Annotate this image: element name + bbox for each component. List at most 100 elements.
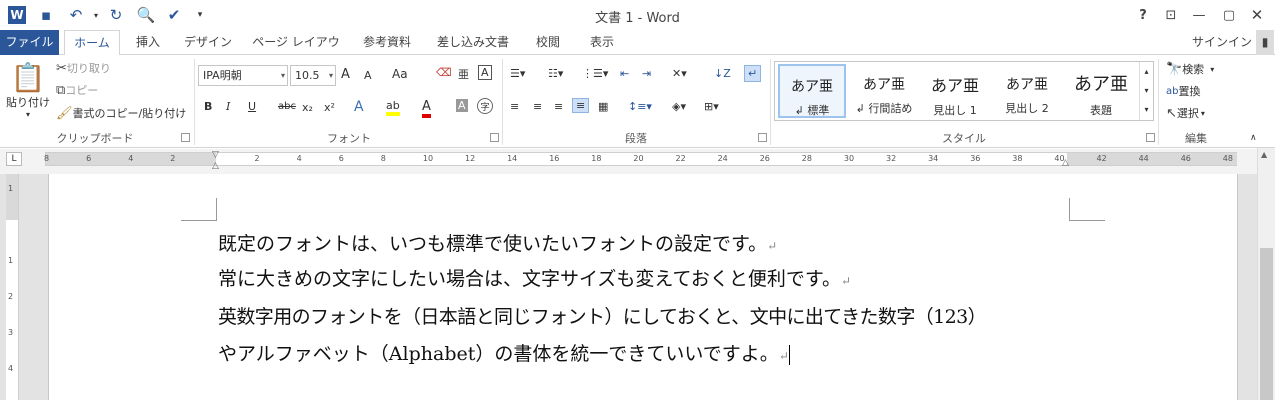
enclose-characters-button[interactable]: 字 [477,98,493,114]
collapse-ribbon-icon[interactable]: ∧ [1250,133,1257,143]
tab-design[interactable]: デザイン [180,30,236,55]
find-button[interactable]: 🔭 検索 ▾ [1166,61,1214,77]
ruler-number: 4 [128,154,134,163]
tab-file[interactable]: ファイル [0,30,59,55]
font-color-button[interactable]: A [422,99,431,118]
align-center-icon[interactable]: ≡ [533,100,542,113]
style-title[interactable]: あア亜 表題 [1065,64,1137,118]
vertical-scrollbar[interactable]: ▲ [1257,148,1275,400]
tab-references[interactable]: 参考資料 [356,30,418,55]
account-icon[interactable]: ▮ [1256,30,1274,55]
vertical-ruler[interactable]: 1 1 2 3 4 [6,174,19,400]
tab-mailings[interactable]: 差し込み文書 [430,30,516,55]
sort-icon[interactable]: ↓Z [714,67,731,80]
strikethrough-button[interactable]: abc [278,101,296,112]
shrink-font-button[interactable]: A [364,69,372,82]
tab-selector[interactable]: L [6,152,22,166]
help-button[interactable]: ? [1132,4,1154,26]
restore-icon[interactable]: ▢ [1218,4,1240,26]
horizontal-ruler[interactable]: 8 6 4 2 2 4 6 8 10 12 14 16 18 20 22 24 26 28 30 32 34 36 38 40… [44,152,1237,166]
increase-indent-icon[interactable]: ⇥ [642,67,651,80]
paragraph[interactable]: 英数字用のフォントを（日本語と同じフォント）にしておくと、文中に出てきた数字（1… [218,302,987,329]
hanging-indent-icon[interactable]: △ [212,161,219,171]
minimize-icon[interactable]: — [1188,4,1210,26]
paragraph-text: やアルファベット（Alphabet）の書体を統一できていいですよ。 [218,343,779,365]
style-name: 見出し 2 [1005,102,1049,115]
underline-button[interactable]: U [248,100,256,113]
bullets-icon[interactable]: ☰▾ [510,67,525,80]
phonetic-guide-icon[interactable]: 亜 [458,66,469,82]
font-name-select[interactable]: IPA明朝 ▾ [198,65,288,86]
align-left-icon[interactable]: ≡ [510,100,519,113]
paragraph[interactable]: 既定のフォントは、いつも標準で使いたいフォントの設定です。↵ [218,229,777,256]
ribbon-tabs: ファイル ホーム 挿入 デザイン ページ レイアウト 参考資料 差し込み文書 校… [0,30,1275,73]
tab-home[interactable]: ホーム [64,30,120,56]
paragraph[interactable]: 常に大きめの文字にしたい場合は、文字サイズも変えておくと便利です。↵ [218,264,851,291]
paragraph-mark-icon: ↵ [767,239,778,253]
shading-icon[interactable]: ◈▾ [672,100,686,113]
cut-button[interactable]: ✂ 切り取り [56,60,111,76]
signin-link[interactable]: サインイン [1190,30,1254,55]
style-heading-2[interactable]: あア亜 見出し 2 [993,64,1061,118]
distributed-icon[interactable]: ▦ [598,100,608,113]
select-button[interactable]: ↖ 選択 ▾ [1166,105,1205,121]
paragraph-launcher-icon[interactable] [758,133,767,142]
copy-button[interactable]: ⧉ コピー [56,82,98,98]
font-launcher-icon[interactable] [490,133,499,142]
highlight-button[interactable]: ab [386,99,400,116]
ruler-number: 4 [8,364,14,373]
right-indent-icon[interactable]: △ [1062,158,1069,168]
multilevel-list-icon[interactable]: ⋮☰▾ [582,67,608,80]
format-painter-button[interactable]: 🖌 書式のコピー/貼り付け [56,105,186,121]
scroll-up-icon[interactable]: ▲ [1261,150,1267,159]
ruler-number: 14 [507,154,518,163]
borders-icon[interactable]: ⊞▾ [704,100,719,113]
superscript-button[interactable]: x² [324,101,335,114]
tab-page-layout[interactable]: ページ レイアウト [248,30,344,73]
close-icon[interactable]: ✕ [1246,4,1268,26]
ribbon-display-icon[interactable]: ⊡ [1160,4,1182,26]
change-case-button[interactable]: Aa [392,67,408,81]
style-normal[interactable]: あア亜 ↲ 標準 [778,64,846,118]
align-right-icon[interactable]: ≡ [554,100,563,113]
replace-button[interactable]: ab 置換 [1166,83,1200,99]
style-name: 見出し 1 [933,104,977,117]
italic-button[interactable]: I [226,100,230,113]
character-border-icon[interactable]: A [478,65,492,80]
show-marks-icon[interactable]: ↵ [744,65,762,82]
cursor-icon: ↖ [1166,105,1177,121]
character-shading-button[interactable]: A [456,99,468,112]
paragraph[interactable]: やアルファベット（Alphabet）の書体を統一できていいですよ。↵ [218,339,790,366]
ruler-number: 2 [254,154,260,163]
paragraph-mark-icon: ↵ [841,274,852,288]
style-no-spacing[interactable]: あア亜 ↲ 行間詰め [849,64,919,118]
subscript-button[interactable]: x₂ [302,101,313,114]
tab-insert[interactable]: 挿入 [128,30,168,55]
style-heading-1[interactable]: あア亜 見出し 1 [921,64,989,118]
first-line-indent-icon[interactable]: ▽ [212,150,219,160]
styles-launcher-icon[interactable] [1146,133,1155,142]
clipboard-launcher-icon[interactable] [181,133,190,142]
gallery-scroll[interactable]: ▴ ▾ ▾ [1139,62,1153,120]
grow-font-button[interactable]: A [341,67,350,82]
line-spacing-icon[interactable]: ↕≡▾ [628,100,652,113]
tab-review[interactable]: 校閲 [528,30,568,55]
bold-button[interactable]: B [204,100,212,113]
find-label: 検索 [1182,63,1205,76]
paste-button[interactable]: 📋 貼り付け ▾ [6,61,50,121]
clipboard-group-label: クリップボード [56,132,134,145]
scrollbar-thumb[interactable] [1260,248,1273,400]
clear-formatting-icon[interactable]: ⌫ [436,66,452,79]
decrease-indent-icon[interactable]: ⇤ [620,67,629,80]
scissors-icon: ✂ [56,60,67,76]
text-effects-button[interactable]: A [354,99,364,115]
numbering-icon[interactable]: ☷▾ [548,67,563,80]
ruler-number: 38 [1012,154,1023,163]
asian-layout-icon[interactable]: ✕▾ [672,67,687,80]
format-painter-label: 書式のコピー/貼り付け [72,107,187,120]
font-size-select[interactable]: 10.5 ▾ [290,65,336,86]
cut-label: 切り取り [66,62,111,75]
tab-view[interactable]: 表示 [582,30,622,55]
justify-icon[interactable]: ≡ [572,98,590,113]
ruler-number: 2 [170,154,176,163]
